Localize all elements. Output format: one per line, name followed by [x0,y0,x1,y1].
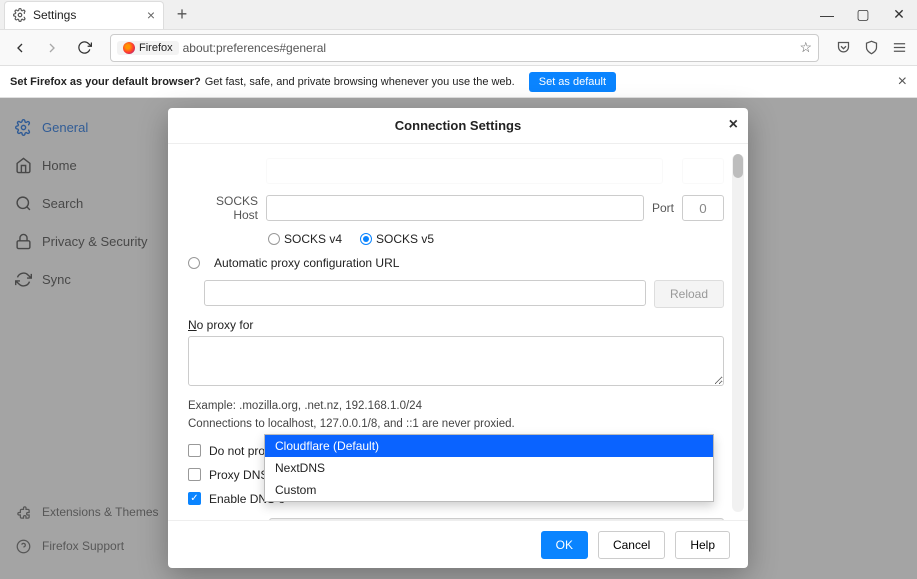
ok-button[interactable]: OK [541,531,588,559]
dialog-title: Connection Settings [395,118,521,133]
socks-port-input[interactable] [682,195,724,221]
port-input-partial[interactable] [682,158,724,184]
dropdown-option-cloudflare[interactable]: Cloudflare (Default) [265,435,713,457]
firefox-chip: Firefox [117,41,179,55]
back-button[interactable] [6,34,34,62]
banner-bold: Set Firefox as your default browser? [10,76,201,88]
gear-icon [13,8,27,22]
provider-select[interactable]: Cloudflare (Default) ⌄ [269,518,724,520]
socks-host-label: SOCKS Host [188,194,258,222]
banner-text: Get fast, safe, and private browsing whe… [205,76,515,88]
dialog-scrollbar[interactable] [732,154,744,512]
tab-bar: Settings × + — ▢ ✕ [0,0,917,30]
tab-title: Settings [33,8,147,22]
enable-dns-checkbox[interactable] [188,492,201,505]
window-controls: — ▢ ✕ [809,1,917,29]
proxy-dns-checkbox[interactable] [188,468,201,481]
default-browser-banner: Set Firefox as your default browser? Get… [0,66,917,98]
close-icon[interactable]: × [147,7,155,23]
bookmark-star-icon[interactable]: ☆ [799,39,812,56]
banner-close-icon[interactable]: × [898,73,907,91]
localhost-hint: Connections to localhost, 127.0.0.1/8, a… [188,415,724,433]
help-button[interactable]: Help [675,531,730,559]
hamburger-icon[interactable] [887,36,911,60]
firefox-chip-label: Firefox [139,42,173,54]
example-hint: Example: .mozilla.org, .net.nz, 192.168.… [188,397,724,415]
dropdown-option-custom[interactable]: Custom [265,479,713,501]
dropdown-option-nextdns[interactable]: NextDNS [265,457,713,479]
cancel-button[interactable]: Cancel [598,531,665,559]
no-proxy-textarea[interactable] [188,336,724,386]
shield-icon[interactable] [859,36,883,60]
socks-host-input[interactable] [266,195,644,221]
dialog-header: Connection Settings × [168,108,748,144]
port-label: Port [652,201,674,215]
no-prompt-checkbox[interactable] [188,444,201,457]
proxy-input-partial[interactable] [266,158,663,184]
maximize-button[interactable]: ▢ [845,1,881,29]
dialog-footer: OK Cancel Help [168,520,748,568]
address-bar[interactable]: Firefox about:preferences#general ☆ [110,34,819,62]
reload-button[interactable] [70,34,98,62]
browser-tab[interactable]: Settings × [4,1,164,29]
socks-v4-radio[interactable]: SOCKS v4 [268,232,342,246]
auto-config-label: Automatic proxy configuration URL [214,256,399,270]
no-proxy-label: No proxy for [188,318,724,332]
set-default-button[interactable]: Set as default [529,72,616,92]
auto-config-radio[interactable] [188,257,200,269]
firefox-icon [123,42,135,54]
pocket-icon[interactable] [831,36,855,60]
provider-dropdown: Cloudflare (Default) NextDNS Custom [264,434,714,502]
new-tab-button[interactable]: + [168,1,196,29]
window-close-button[interactable]: ✕ [881,1,917,29]
forward-button[interactable] [38,34,66,62]
socks-v5-radio[interactable]: SOCKS v5 [360,232,434,246]
reload-button[interactable]: Reload [654,280,724,308]
minimize-button[interactable]: — [809,1,845,29]
dialog-close-icon[interactable]: × [729,116,738,134]
url-text: about:preferences#general [183,41,796,55]
auto-config-url-input[interactable] [204,280,646,306]
nav-bar: Firefox about:preferences#general ☆ [0,30,917,66]
